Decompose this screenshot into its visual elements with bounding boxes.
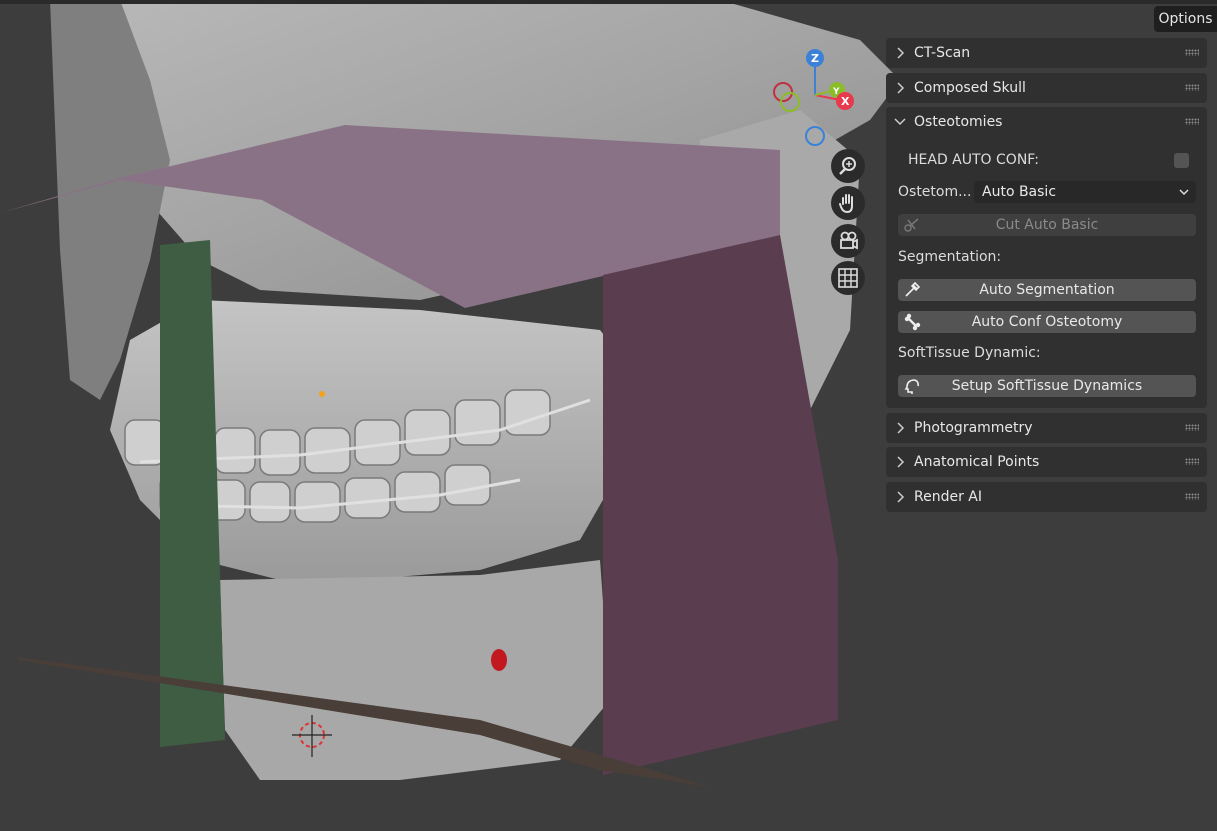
- head-auto-conf-checkbox[interactable]: [1174, 153, 1189, 168]
- eyedropper-icon: [905, 281, 921, 297]
- chevron-right-icon: [897, 82, 905, 94]
- osteotomy-select[interactable]: Auto Basic: [974, 181, 1196, 203]
- drag-handle-icon[interactable]: [1185, 118, 1199, 125]
- softtissue-label: SoftTissue Dynamic:: [898, 345, 1041, 361]
- grid-view-button[interactable]: [831, 261, 865, 295]
- button-label: Auto Conf Osteotomy: [971, 314, 1123, 330]
- panel-anatomical-points[interactable]: Anatomical Points: [886, 447, 1207, 477]
- red-anatomical-marker: [491, 649, 507, 671]
- panel-photogrammetry[interactable]: Photogrammetry: [886, 413, 1207, 443]
- options-button[interactable]: Options: [1154, 6, 1217, 32]
- panel-ct-scan[interactable]: CT-Scan: [886, 38, 1207, 68]
- auto-segmentation-button[interactable]: Auto Segmentation: [898, 279, 1196, 301]
- panel-title: Osteotomies: [914, 114, 1003, 130]
- pan-button[interactable]: [831, 186, 865, 220]
- hand-pan-icon: [839, 194, 853, 214]
- head-auto-conf-label: HEAD AUTO CONF:: [908, 152, 1039, 168]
- chevron-right-icon: [897, 491, 905, 503]
- panel-osteotomies: Osteotomies HEAD AUTO CONF: Ostetom... A…: [886, 107, 1207, 408]
- zoom-icon: [839, 157, 856, 175]
- panel-title: Photogrammetry: [914, 420, 1033, 436]
- navigation-gizmo[interactable]: Z Y X: [765, 45, 865, 150]
- axis-x-label: X: [841, 95, 850, 108]
- drag-handle-icon[interactable]: [1185, 458, 1199, 465]
- drag-handle-icon[interactable]: [1185, 493, 1199, 500]
- zoom-button[interactable]: [831, 149, 865, 183]
- scissors-icon: [904, 218, 919, 232]
- origin-point: [319, 391, 325, 397]
- panel-title: Anatomical Points: [914, 454, 1040, 470]
- chevron-down-icon: [1179, 189, 1189, 196]
- chevron-right-icon: [897, 456, 905, 468]
- button-label: Cut Auto Basic: [995, 217, 1099, 233]
- auto-conf-osteotomy-button[interactable]: Auto Conf Osteotomy: [898, 311, 1196, 333]
- button-label: Auto Segmentation: [979, 282, 1115, 298]
- camera-view-button[interactable]: [831, 224, 865, 258]
- panel-composed-skull[interactable]: Composed Skull: [886, 73, 1207, 103]
- panel-title: CT-Scan: [914, 45, 971, 61]
- panel-render-ai[interactable]: Render AI: [886, 482, 1207, 512]
- header-strip: [0, 0, 1217, 4]
- segmentation-label: Segmentation:: [898, 249, 1002, 265]
- panel-title: Composed Skull: [914, 80, 1026, 96]
- chevron-right-icon: [897, 422, 905, 434]
- chevron-down-icon: [894, 118, 906, 126]
- bone-icon: [904, 313, 921, 331]
- osteotomy-select-value: Auto Basic: [982, 184, 1057, 200]
- chevron-right-icon: [897, 47, 905, 59]
- button-label: Setup SoftTissue Dynamics: [951, 378, 1143, 394]
- camera-icon: [840, 231, 858, 250]
- panel-title: Render AI: [914, 489, 982, 505]
- axis-z-label: Z: [811, 52, 819, 65]
- panel-osteotomies-header[interactable]: Osteotomies: [886, 107, 1207, 137]
- drag-handle-icon[interactable]: [1185, 84, 1199, 91]
- grid-icon: [838, 268, 858, 288]
- cut-auto-basic-button[interactable]: Cut Auto Basic: [898, 214, 1196, 236]
- setup-softtissue-button[interactable]: Setup SoftTissue Dynamics: [898, 375, 1196, 397]
- face-profile-icon: [904, 379, 919, 394]
- drag-handle-icon[interactable]: [1185, 424, 1199, 431]
- drag-handle-icon[interactable]: [1185, 49, 1199, 56]
- axis-y-label: Y: [832, 87, 840, 97]
